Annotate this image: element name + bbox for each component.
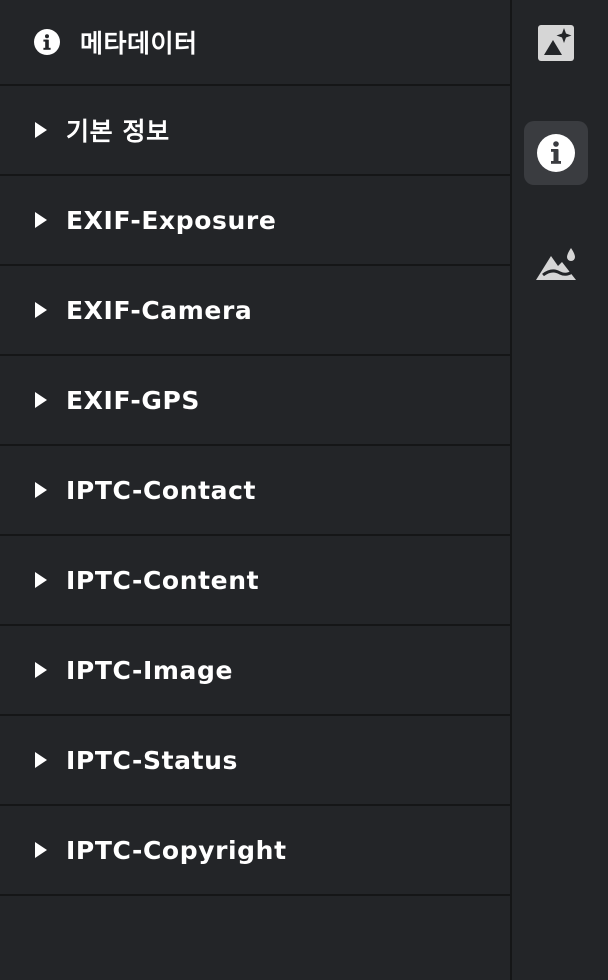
section-iptc-status[interactable]: IPTC-Status (0, 716, 510, 806)
section-label: IPTC-Image (66, 655, 234, 685)
caret-right-icon (35, 122, 47, 138)
mountain-drop-icon (536, 248, 576, 280)
image-sparkle-icon (538, 25, 574, 61)
section-iptc-content[interactable]: IPTC-Content (0, 536, 510, 626)
section-iptc-contact[interactable]: IPTC-Contact (0, 446, 510, 536)
caret-right-icon (35, 752, 47, 768)
section-iptc-copyright[interactable]: IPTC-Copyright (0, 806, 510, 896)
enhance-button[interactable] (524, 11, 588, 75)
section-label: IPTC-Copyright (66, 835, 287, 865)
metadata-panel: 메타데이터 기본 정보 EXIF-Exposure EXIF-Camera EX… (0, 0, 510, 980)
panel-title: 메타데이터 (80, 29, 198, 58)
caret-right-icon (35, 842, 47, 858)
section-label: IPTC-Contact (66, 475, 257, 505)
section-exif-camera[interactable]: EXIF-Camera (0, 266, 510, 356)
section-label: EXIF-GPS (66, 385, 200, 415)
panel-header: 메타데이터 (0, 0, 510, 86)
info-icon (537, 134, 575, 172)
section-label: 기본 정보 (66, 117, 170, 146)
caret-right-icon (35, 482, 47, 498)
info-icon (34, 29, 60, 55)
section-label: IPTC-Status (66, 745, 239, 775)
adjust-button[interactable] (524, 232, 588, 296)
caret-right-icon (35, 662, 47, 678)
caret-right-icon (35, 572, 47, 588)
section-basic-info[interactable]: 기본 정보 (0, 86, 510, 176)
section-iptc-image[interactable]: IPTC-Image (0, 626, 510, 716)
caret-right-icon (35, 302, 47, 318)
app-window: 메타데이터 기본 정보 EXIF-Exposure EXIF-Camera EX… (0, 0, 608, 980)
section-label: EXIF-Exposure (66, 205, 277, 235)
caret-right-icon (35, 212, 47, 228)
section-exif-exposure[interactable]: EXIF-Exposure (0, 176, 510, 266)
section-label: IPTC-Content (66, 565, 260, 595)
section-exif-gps[interactable]: EXIF-GPS (0, 356, 510, 446)
caret-right-icon (35, 392, 47, 408)
section-label: EXIF-Camera (66, 295, 253, 325)
info-button[interactable] (524, 121, 588, 185)
right-toolbar (512, 0, 608, 980)
